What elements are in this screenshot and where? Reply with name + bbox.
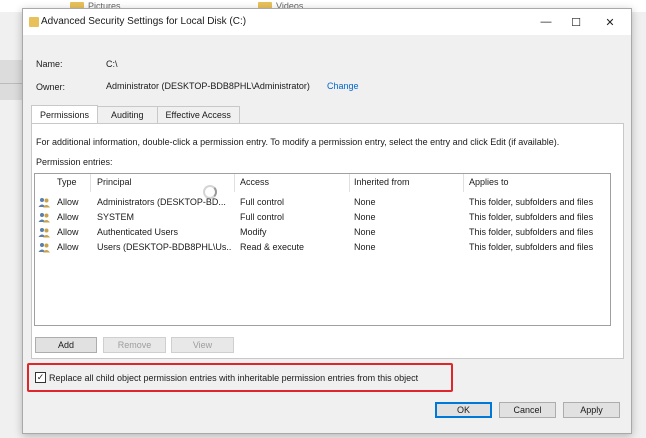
row-inherited-from: None [354, 227, 376, 237]
name-label: Name: [36, 59, 63, 69]
owner-label: Owner: [36, 82, 66, 92]
list-header: Type Principal Access Inherited from App… [35, 174, 610, 192]
row-type: Allow [57, 242, 79, 252]
column-header-applies-to[interactable]: Applies to [469, 177, 509, 187]
window-title: Advanced Security Settings for Local Dis… [41, 16, 247, 27]
row-principal: Authenticated Users [97, 227, 179, 237]
add-button[interactable]: Add [35, 337, 97, 353]
permission-entries-label: Permission entries: [36, 157, 113, 167]
view-button[interactable]: View [171, 337, 234, 353]
minimize-button[interactable]: — [531, 9, 561, 35]
column-header-access[interactable]: Access [240, 177, 269, 187]
row-type: Allow [57, 212, 79, 222]
column-header-type[interactable]: Type [57, 177, 77, 187]
row-principal: Administrators (DESKTOP-BD... [97, 197, 226, 207]
row-applies-to: This folder, subfolders and files [469, 197, 594, 207]
advanced-security-dialog: Advanced Security Settings for Local Dis… [22, 8, 632, 434]
cancel-button[interactable]: Cancel [499, 402, 556, 418]
row-principal: Users (DESKTOP-BDB8PHL\Us... [97, 242, 232, 252]
folder-icon [29, 17, 39, 27]
change-owner-link[interactable]: Change [327, 81, 359, 91]
apply-button[interactable]: Apply [563, 402, 620, 418]
name-value: C:\ [106, 59, 118, 69]
row-inherited-from: None [354, 242, 376, 252]
row-applies-to: This folder, subfolders and files [469, 212, 594, 222]
users-icon [38, 243, 50, 253]
row-type: Allow [57, 197, 79, 207]
row-access: Full control [240, 197, 285, 207]
users-icon [38, 213, 50, 223]
row-principal: SYSTEM [97, 212, 135, 222]
tab-effective-access[interactable]: Effective Access [156, 106, 240, 123]
title-bar[interactable]: Advanced Security Settings for Local Dis… [23, 9, 631, 35]
column-separator[interactable] [234, 174, 235, 192]
row-access: Full control [240, 212, 285, 222]
column-separator[interactable] [90, 174, 91, 192]
row-inherited-from: None [354, 197, 376, 207]
ok-button[interactable]: OK [435, 402, 492, 418]
row-applies-to: This folder, subfolders and files [469, 242, 594, 252]
owner-value: Administrator (DESKTOP-BDB8PHL\Administr… [106, 81, 310, 91]
explorer-divider [0, 83, 22, 84]
replace-child-permissions-checkbox[interactable]: ✓ [35, 372, 46, 383]
column-separator[interactable] [463, 174, 464, 192]
maximize-button[interactable]: ☐ [561, 9, 591, 35]
instructions-text: For additional information, double-click… [36, 137, 560, 147]
column-header-inherited-from[interactable]: Inherited from [354, 177, 410, 187]
replace-child-permissions-label: Replace all child object permission entr… [49, 372, 419, 383]
row-inherited-from: None [354, 212, 376, 222]
tab-auditing[interactable]: Auditing [97, 106, 158, 123]
row-access: Modify [240, 227, 267, 237]
row-type: Allow [57, 227, 79, 237]
tab-permissions[interactable]: Permissions [31, 105, 99, 123]
replace-child-permissions-option[interactable]: ✓ Replace all child object permission en… [35, 372, 418, 383]
explorer-sidebar-fragment [0, 60, 22, 100]
table-row[interactable]: Allow Administrators (DESKTOP-BD... Full… [35, 195, 610, 210]
table-row[interactable]: Allow SYSTEM Full control None This fold… [35, 210, 610, 225]
column-header-principal[interactable]: Principal [97, 177, 132, 187]
column-separator[interactable] [349, 174, 350, 192]
users-icon [38, 198, 50, 208]
table-row[interactable]: Allow Authenticated Users Modify None Th… [35, 225, 610, 240]
users-icon [38, 228, 50, 238]
tab-bar: Permissions Auditing Effective Access [31, 105, 240, 123]
close-button[interactable]: ✕ [595, 9, 625, 35]
permission-entries-list[interactable]: Type Principal Access Inherited from App… [34, 173, 611, 326]
row-access: Read & execute [240, 242, 305, 252]
row-applies-to: This folder, subfolders and files [469, 227, 594, 237]
remove-button[interactable]: Remove [103, 337, 166, 353]
table-row[interactable]: Allow Users (DESKTOP-BDB8PHL\Us... Read … [35, 240, 610, 255]
